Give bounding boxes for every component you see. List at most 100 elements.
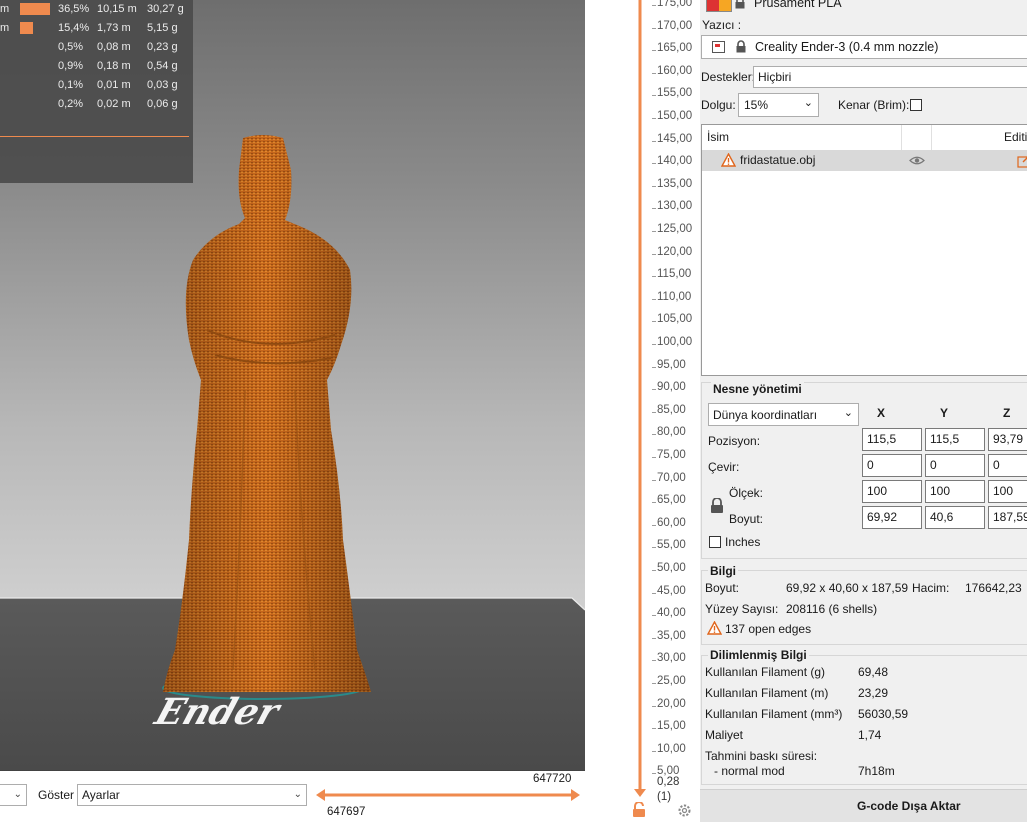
supports-value: Hiçbiri [758,70,792,84]
legend-row-length: 0,01 m [97,79,131,91]
layer-tick-mark [652,683,656,684]
export-gcode-button[interactable]: G-code Dışa Aktar [700,789,1027,822]
layer-tick-label: 135,00 [657,177,693,190]
sliced-row-value: 56030,59 [858,707,909,721]
layer-tick-mark [652,185,656,187]
layer-tick-mark [652,5,656,6]
supports-combo[interactable]: Hiçbiri [753,66,1027,88]
layer-tick-label: 85,00 [657,403,686,416]
layer-tick-mark [652,140,656,142]
layer-tick-mark [652,750,656,752]
layer-tick-label: 105,00 [657,313,693,326]
sliced-row-value: 69,48 [858,665,889,679]
range-bottom-value: 647697 [327,806,366,818]
z-header: Z [1003,406,1011,420]
position-z-input[interactable]: 93,79 [988,428,1027,451]
preview-bottom-bar: ⌄ Göster Ayarlar ⌄ 647720 647697 [0,771,600,821]
object-list[interactable]: İsim Editi fridastatue.obj [701,124,1027,376]
layer-tick-mark [652,592,656,594]
lock-icon[interactable] [632,802,646,818]
rotate-x-input[interactable]: 0 [862,454,922,477]
layer-tick-label: 155,00 [657,87,693,100]
bed-logo: Ender [150,690,287,733]
layer-tick-label: 145,00 [657,132,693,145]
size-x-input[interactable]: 69,92 [862,506,922,529]
layer-tick-label: 80,00 [657,426,686,439]
sidebar-panel: Prusament PLA Yazıcı : Creality Ender-3 … [700,0,1027,822]
info-warning: 137 open edges [725,622,812,636]
scale-y-input[interactable]: 100 [925,480,985,503]
object-list-item[interactable]: fridastatue.obj [702,150,1027,171]
legend-row-bar [20,22,33,34]
legend-row-length: 10,15 m [97,3,137,15]
view-type-combo[interactable]: ⌄ [0,784,27,806]
layer-tick-label: 30,00 [657,652,686,665]
size-z-input[interactable]: 187,59 [988,506,1027,529]
layer-tick-mark [652,344,656,345]
brim-label: Kenar (Brim): [838,98,910,112]
position-x-input[interactable]: 115,5 [862,428,922,451]
gear-icon[interactable] [677,803,692,818]
legend-row: m 15,4% 1,73 m 5,15 g [0,19,193,37]
warning-icon [707,621,722,635]
layer-tick-label: 10,00 [657,742,686,755]
legend-row-bar [20,3,50,15]
layer-tick-label: 40,00 [657,607,686,620]
scale-x-input[interactable]: 100 [862,480,922,503]
list-col-edit[interactable]: Editi [1004,130,1027,144]
layer-bottom-value: 0,28 [657,776,680,788]
size-y-input[interactable]: 40,6 [925,506,985,529]
layer-slider-track[interactable] [630,0,650,800]
info-facets-value: 208116 (6 shells) [786,602,878,616]
printer-value: Creality Ender-3 (0.4 mm nozzle) [755,40,939,54]
sliced-row-label: Kullanılan Filament (m) [705,686,829,700]
position-y-input[interactable]: 115,5 [925,428,985,451]
legend-row: 0,5% 0,08 m 0,23 g [0,38,193,56]
filament-name[interactable]: Prusament PLA [754,0,842,10]
infill-combo[interactable]: 15% ⌄ [738,93,819,117]
layer-tick-label: 15,00 [657,720,686,733]
eye-icon[interactable] [909,155,925,166]
layer-tick-mark [652,27,656,29]
rotate-z-input[interactable]: 0 [988,454,1027,477]
layer-tick-mark [652,366,656,368]
x-header: X [877,406,886,420]
horizontal-range-slider[interactable] [316,787,580,803]
chevron-down-icon: ⌄ [13,789,22,800]
legend-row-percent: 0,5% [58,41,84,53]
coord-mode-combo[interactable]: Dünya koordinatları ⌄ [708,403,859,426]
inches-label: Inches [725,535,761,549]
brim-checkbox[interactable] [910,99,922,111]
layer-tick-mark [652,637,656,639]
show-label: Göster [38,788,75,802]
legend-row-weight: 0,54 g [147,60,178,72]
sliced-row-label: Maliyet [705,728,744,742]
rotate-y-input[interactable]: 0 [925,454,985,477]
layer-tick-label: 170,00 [657,19,693,32]
model-statue[interactable] [145,130,375,710]
edit-settings-icon[interactable] [1017,154,1027,168]
layer-tick-label: 165,00 [657,42,693,55]
3d-viewport[interactable]: Ender m 36,5% 10,15 m 30,27 g m 15,4% 1,73 m 5,… [0,0,585,771]
infill-value: 15% [744,98,769,112]
layer-tick-label: 115,00 [657,268,692,281]
layer-tick-mark [652,457,656,458]
position-label: Pozisyon: [708,434,761,448]
layer-tick-mark [652,479,656,481]
printer-combo[interactable]: Creality Ender-3 (0.4 mm nozzle) [701,35,1027,59]
chevron-down-icon: ⌄ [293,789,302,800]
scale-z-input[interactable]: 100 [988,480,1027,503]
object-name: fridastatue.obj [740,153,816,167]
lock-icon[interactable] [710,498,724,514]
layer-tick-mark [652,660,656,662]
layer-tick-label: 175,00 [657,0,693,9]
layer-tick-label: 60,00 [657,516,686,529]
show-combo[interactable]: Ayarlar ⌄ [77,784,307,806]
layer-tick-label: 45,00 [657,584,686,597]
list-col-name[interactable]: İsim [707,130,729,144]
mode-label: - normal mod [714,764,785,778]
layer-tick-mark [652,502,656,504]
layer-tick-label: 20,00 [657,697,686,710]
inches-checkbox[interactable] [709,536,721,548]
sliced-row-value: 1,74 [858,728,882,742]
